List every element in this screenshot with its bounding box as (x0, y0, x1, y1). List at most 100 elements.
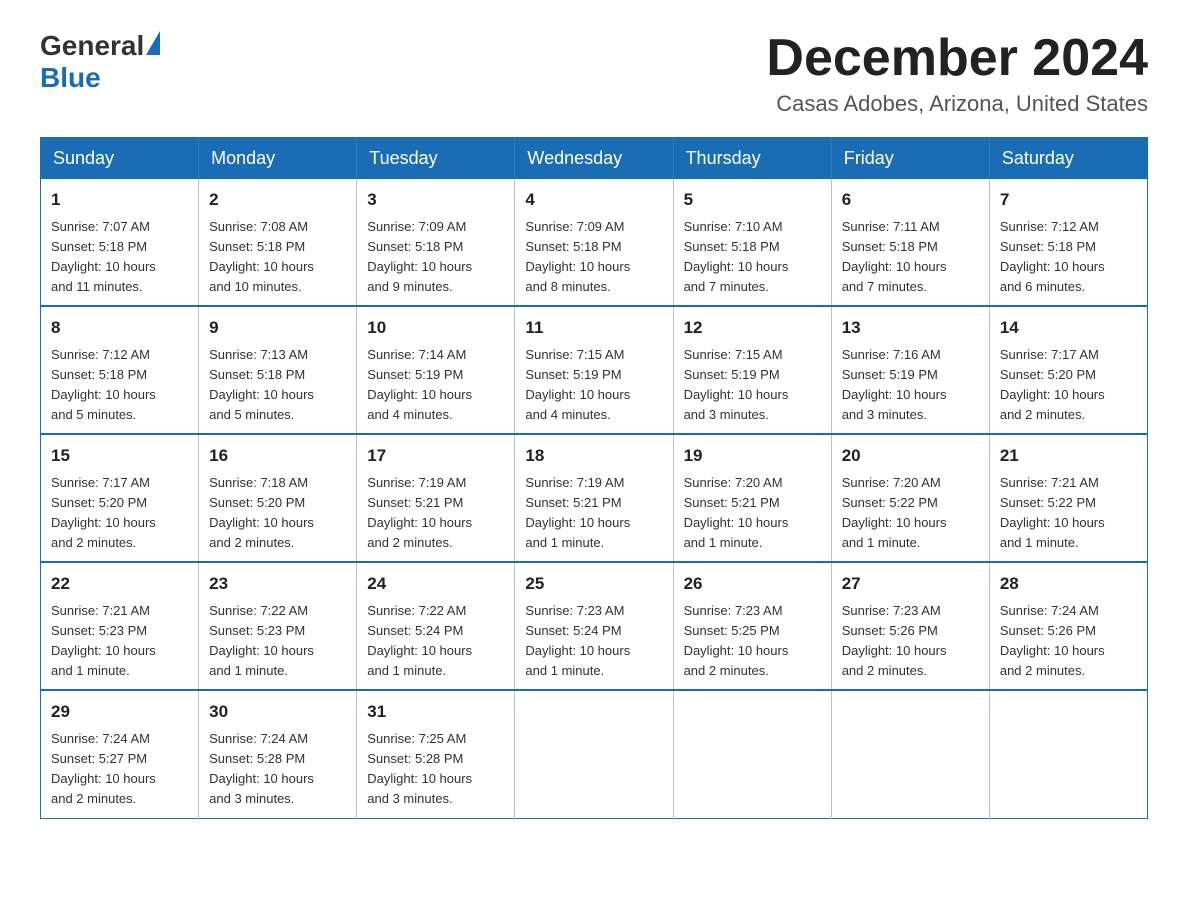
day-number: 8 (51, 315, 188, 341)
day-info: Sunrise: 7:19 AMSunset: 5:21 PMDaylight:… (367, 475, 472, 550)
col-sunday: Sunday (41, 138, 199, 180)
day-info: Sunrise: 7:15 AMSunset: 5:19 PMDaylight:… (684, 347, 789, 422)
day-info: Sunrise: 7:24 AMSunset: 5:26 PMDaylight:… (1000, 603, 1105, 678)
day-info: Sunrise: 7:16 AMSunset: 5:19 PMDaylight:… (842, 347, 947, 422)
location-title: Casas Adobes, Arizona, United States (766, 91, 1148, 117)
day-number: 28 (1000, 571, 1137, 597)
day-number: 19 (684, 443, 821, 469)
day-number: 17 (367, 443, 504, 469)
calendar-cell: 5 Sunrise: 7:10 AMSunset: 5:18 PMDaylight… (673, 179, 831, 306)
calendar-cell: 8 Sunrise: 7:12 AMSunset: 5:18 PMDaylight… (41, 306, 199, 434)
day-info: Sunrise: 7:07 AMSunset: 5:18 PMDaylight:… (51, 219, 156, 294)
calendar-cell (831, 690, 989, 818)
day-number: 10 (367, 315, 504, 341)
day-info: Sunrise: 7:09 AMSunset: 5:18 PMDaylight:… (525, 219, 630, 294)
day-info: Sunrise: 7:20 AMSunset: 5:21 PMDaylight:… (684, 475, 789, 550)
day-info: Sunrise: 7:20 AMSunset: 5:22 PMDaylight:… (842, 475, 947, 550)
day-number: 12 (684, 315, 821, 341)
day-info: Sunrise: 7:21 AMSunset: 5:22 PMDaylight:… (1000, 475, 1105, 550)
calendar-cell: 15 Sunrise: 7:17 AMSunset: 5:20 PMDayligh… (41, 434, 199, 562)
calendar-cell (673, 690, 831, 818)
calendar-cell: 17 Sunrise: 7:19 AMSunset: 5:21 PMDayligh… (357, 434, 515, 562)
day-info: Sunrise: 7:23 AMSunset: 5:24 PMDaylight:… (525, 603, 630, 678)
day-info: Sunrise: 7:13 AMSunset: 5:18 PMDaylight:… (209, 347, 314, 422)
day-info: Sunrise: 7:17 AMSunset: 5:20 PMDaylight:… (51, 475, 156, 550)
logo-blue-text: Blue (40, 62, 101, 93)
calendar-cell: 3Sunrise: 7:09 AMSunset: 5:18 PMDaylight… (357, 179, 515, 306)
calendar-cell: 22 Sunrise: 7:21 AMSunset: 5:23 PMDayligh… (41, 562, 199, 690)
calendar-cell: 29Sunrise: 7:24 AMSunset: 5:27 PMDayligh… (41, 690, 199, 818)
calendar-cell: 7 Sunrise: 7:12 AMSunset: 5:18 PMDaylight… (989, 179, 1147, 306)
day-number: 11 (525, 315, 662, 341)
col-friday: Friday (831, 138, 989, 180)
day-number: 24 (367, 571, 504, 597)
day-number: 5 (684, 187, 821, 213)
calendar-cell: 19 Sunrise: 7:20 AMSunset: 5:21 PMDayligh… (673, 434, 831, 562)
day-info: Sunrise: 7:10 AMSunset: 5:18 PMDaylight:… (684, 219, 789, 294)
day-number: 20 (842, 443, 979, 469)
calendar-cell: 2 Sunrise: 7:08 AMSunset: 5:18 PMDaylight… (199, 179, 357, 306)
calendar-cell: 16 Sunrise: 7:18 AMSunset: 5:20 PMDayligh… (199, 434, 357, 562)
day-number: 9 (209, 315, 346, 341)
day-info: Sunrise: 7:17 AMSunset: 5:20 PMDaylight:… (1000, 347, 1105, 422)
day-info: Sunrise: 7:22 AMSunset: 5:23 PMDaylight:… (209, 603, 314, 678)
calendar-cell: 24 Sunrise: 7:22 AMSunset: 5:24 PMDayligh… (357, 562, 515, 690)
calendar-cell: 1 Sunrise: 7:07 AMSunset: 5:18 PMDaylight… (41, 179, 199, 306)
calendar-cell: 20 Sunrise: 7:20 AMSunset: 5:22 PMDayligh… (831, 434, 989, 562)
day-info: Sunrise: 7:23 AMSunset: 5:26 PMDaylight:… (842, 603, 947, 678)
day-info: Sunrise: 7:12 AMSunset: 5:18 PMDaylight:… (51, 347, 156, 422)
logo: General Blue (40, 30, 160, 94)
day-number: 22 (51, 571, 188, 597)
calendar-cell: 13 Sunrise: 7:16 AMSunset: 5:19 PMDayligh… (831, 306, 989, 434)
calendar-cell: 6 Sunrise: 7:11 AMSunset: 5:18 PMDaylight… (831, 179, 989, 306)
day-number: 1 (51, 187, 188, 213)
title-area: December 2024 Casas Adobes, Arizona, Uni… (766, 30, 1148, 117)
calendar-cell: 23 Sunrise: 7:22 AMSunset: 5:23 PMDayligh… (199, 562, 357, 690)
calendar-week-row: 15 Sunrise: 7:17 AMSunset: 5:20 PMDayligh… (41, 434, 1148, 562)
day-info: Sunrise: 7:23 AMSunset: 5:25 PMDaylight:… (684, 603, 789, 678)
calendar-cell: 21 Sunrise: 7:21 AMSunset: 5:22 PMDayligh… (989, 434, 1147, 562)
day-info: Sunrise: 7:21 AMSunset: 5:23 PMDaylight:… (51, 603, 156, 678)
calendar-table: Sunday Monday Tuesday Wednesday Thursday… (40, 137, 1148, 818)
day-info: Sunrise: 7:18 AMSunset: 5:20 PMDaylight:… (209, 475, 314, 550)
day-number: 7 (1000, 187, 1137, 213)
calendar-week-row: 1 Sunrise: 7:07 AMSunset: 5:18 PMDaylight… (41, 179, 1148, 306)
day-number: 15 (51, 443, 188, 469)
day-number: 14 (1000, 315, 1137, 341)
day-info: Sunrise: 7:14 AMSunset: 5:19 PMDaylight:… (367, 347, 472, 422)
day-number: 13 (842, 315, 979, 341)
col-saturday: Saturday (989, 138, 1147, 180)
calendar-cell: 28 Sunrise: 7:24 AMSunset: 5:26 PMDayligh… (989, 562, 1147, 690)
calendar-week-row: 29Sunrise: 7:24 AMSunset: 5:27 PMDayligh… (41, 690, 1148, 818)
calendar-week-row: 8 Sunrise: 7:12 AMSunset: 5:18 PMDaylight… (41, 306, 1148, 434)
calendar-cell: 18Sunrise: 7:19 AMSunset: 5:21 PMDayligh… (515, 434, 673, 562)
day-info: Sunrise: 7:12 AMSunset: 5:18 PMDaylight:… (1000, 219, 1105, 294)
day-info: Sunrise: 7:08 AMSunset: 5:18 PMDaylight:… (209, 219, 314, 294)
day-info: Sunrise: 7:24 AMSunset: 5:27 PMDaylight:… (51, 731, 156, 806)
calendar-cell: 4 Sunrise: 7:09 AMSunset: 5:18 PMDaylight… (515, 179, 673, 306)
day-number: 2 (209, 187, 346, 213)
logo-general-text: General (40, 30, 144, 62)
calendar-cell: 11Sunrise: 7:15 AMSunset: 5:19 PMDayligh… (515, 306, 673, 434)
col-tuesday: Tuesday (357, 138, 515, 180)
calendar-cell (515, 690, 673, 818)
day-number: 16 (209, 443, 346, 469)
day-info: Sunrise: 7:11 AMSunset: 5:18 PMDaylight:… (842, 219, 947, 294)
logo-triangle-icon (146, 31, 160, 55)
day-number: 4 (525, 187, 662, 213)
page-header: General Blue December 2024 Casas Adobes,… (40, 30, 1148, 117)
col-thursday: Thursday (673, 138, 831, 180)
day-number: 23 (209, 571, 346, 597)
day-number: 30 (209, 699, 346, 725)
calendar-cell: 14 Sunrise: 7:17 AMSunset: 5:20 PMDayligh… (989, 306, 1147, 434)
day-number: 6 (842, 187, 979, 213)
day-number: 25 (525, 571, 662, 597)
calendar-cell: 25 Sunrise: 7:23 AMSunset: 5:24 PMDayligh… (515, 562, 673, 690)
day-info: Sunrise: 7:22 AMSunset: 5:24 PMDaylight:… (367, 603, 472, 678)
calendar-cell: 31Sunrise: 7:25 AMSunset: 5:28 PMDayligh… (357, 690, 515, 818)
month-title: December 2024 (766, 30, 1148, 87)
day-number: 31 (367, 699, 504, 725)
calendar-cell: 10 Sunrise: 7:14 AMSunset: 5:19 PMDayligh… (357, 306, 515, 434)
day-info: Sunrise: 7:24 AMSunset: 5:28 PMDaylight:… (209, 731, 314, 806)
day-number: 21 (1000, 443, 1137, 469)
